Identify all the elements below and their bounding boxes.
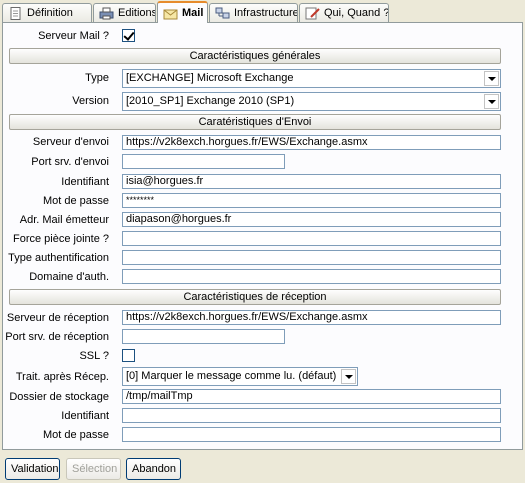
type-label: Type [85, 72, 109, 84]
receive-port-label: Port srv. de réception [5, 331, 109, 343]
validate-button[interactable]: Validation [5, 458, 60, 480]
tab-editions-label: Editions [118, 7, 156, 19]
mail-panel: Serveur Mail ? Caractéristiques générale… [2, 22, 523, 450]
edit-icon [305, 7, 320, 19]
after-receive-select-value: [0] Marquer le message comme lu. (défaut… [126, 370, 337, 382]
mail-server-checkbox[interactable] [122, 29, 135, 42]
ssl-label: SSL ? [79, 350, 109, 362]
send-password-label: Mot de passe [42, 195, 109, 207]
receive-port-input[interactable] [122, 329, 285, 344]
version-label: Version [72, 95, 109, 107]
envelope-icon [163, 9, 178, 19]
version-select[interactable]: [2010_SP1] Exchange 2010 (SP1) [122, 92, 501, 111]
printer-icon [99, 7, 114, 19]
tab-qui-quand-label: Qui, Quand ? [324, 7, 389, 19]
storage-folder-input[interactable]: /tmp/mailTmp [122, 389, 501, 404]
type-select[interactable]: [EXCHANGE] Microsoft Exchange [122, 69, 501, 88]
sender-address-input[interactable]: diapason@horgues.fr [122, 212, 501, 227]
send-password-input[interactable]: ******** [122, 193, 501, 208]
tab-infrastructure[interactable]: Infrastructure [209, 3, 298, 22]
receive-id-label: Identifiant [61, 410, 109, 422]
sender-address-label: Adr. Mail émetteur [19, 214, 109, 226]
receive-server-label: Serveur de réception [6, 312, 109, 324]
chevron-down-icon[interactable] [484, 71, 499, 86]
tab-definition[interactable]: Définition [2, 3, 92, 22]
auth-type-input[interactable] [122, 250, 501, 265]
document-icon [10, 6, 21, 20]
receive-section-header: Caractéristiques de réception [9, 289, 501, 305]
receive-password-label: Mot de passe [42, 429, 109, 441]
after-receive-label: Trait. après Récep. [15, 371, 109, 383]
mail-server-label: Serveur Mail ? [38, 30, 109, 42]
force-attachment-input[interactable] [122, 231, 501, 246]
cancel-button[interactable]: Abandon [126, 458, 181, 480]
general-section-header: Caractéristiques générales [9, 48, 501, 64]
tab-qui-quand[interactable]: Qui, Quand ? [299, 3, 389, 22]
send-server-input[interactable]: https://v2k8exch.horgues.fr/EWS/Exchange… [122, 135, 501, 150]
send-server-label: Serveur d'envoi [32, 136, 109, 148]
selection-button[interactable]: Sélection [66, 458, 121, 480]
ssl-checkbox[interactable] [122, 349, 135, 362]
receive-server-input[interactable]: https://v2k8exch.horgues.fr/EWS/Exchange… [122, 310, 501, 325]
auth-domain-input[interactable] [122, 269, 501, 284]
auth-type-label: Type authentification [8, 252, 109, 264]
tab-infrastructure-label: Infrastructure [234, 7, 298, 19]
send-port-input[interactable] [122, 154, 285, 169]
send-id-input[interactable]: isia@horgues.fr [122, 174, 501, 189]
send-port-label: Port srv. d'envoi [31, 156, 109, 168]
tab-mail-label: Mail [182, 7, 204, 19]
auth-domain-label: Domaine d'auth. [29, 271, 109, 283]
network-icon [215, 7, 230, 18]
version-select-value: [2010_SP1] Exchange 2010 (SP1) [126, 95, 295, 107]
send-id-label: Identifiant [61, 176, 109, 188]
type-select-value: [EXCHANGE] Microsoft Exchange [126, 72, 294, 84]
tab-bar: Définition Editions Mail Infrastructure … [0, 0, 525, 23]
chevron-down-icon[interactable] [484, 94, 499, 109]
tab-editions[interactable]: Editions [93, 3, 156, 22]
after-receive-select[interactable]: [0] Marquer le message comme lu. (défaut… [122, 367, 358, 386]
receive-id-input[interactable] [122, 408, 501, 423]
send-section-header: Caratéristiques d'Envoi [9, 114, 501, 130]
force-attachment-label: Force pièce jointe ? [13, 233, 109, 245]
tab-definition-label: Définition [27, 7, 73, 19]
tab-mail[interactable]: Mail [157, 1, 208, 23]
receive-password-input[interactable] [122, 427, 501, 442]
chevron-down-icon[interactable] [341, 369, 356, 384]
storage-folder-label: Dossier de stockage [9, 391, 109, 403]
